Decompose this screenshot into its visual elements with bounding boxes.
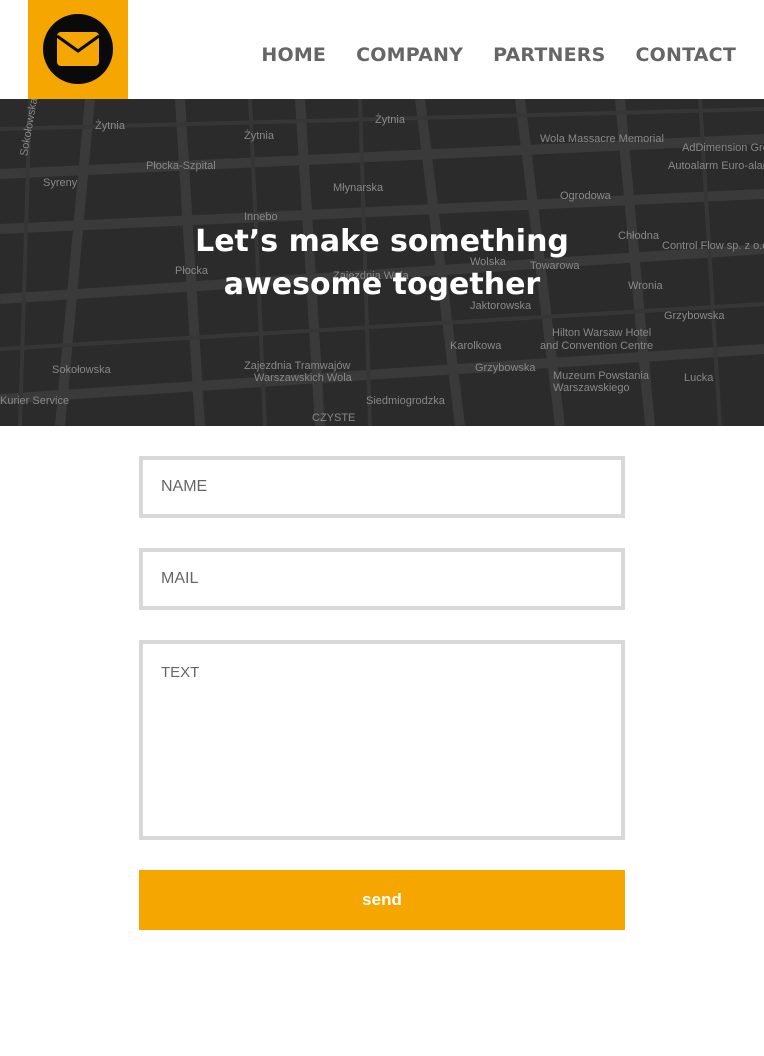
- map-label: Płocka-Szpital: [146, 160, 216, 172]
- map-label: Muzeum Powstania: [553, 370, 650, 382]
- map-label: Sokołowska: [52, 364, 112, 376]
- name-field[interactable]: [139, 456, 625, 518]
- nav-partners[interactable]: PARTNERS: [493, 44, 605, 66]
- map-label: Grzybowska: [664, 310, 725, 322]
- header: HOME COMPANY PARTNERS CONTACT: [0, 0, 764, 99]
- map-label: Warszawskiego: [553, 382, 630, 394]
- main-nav: HOME COMPANY PARTNERS CONTACT: [261, 44, 736, 66]
- map-label: Warszawskich Wola: [254, 372, 353, 384]
- envelope-icon: [56, 32, 100, 66]
- map-label: Ogrodowa: [560, 190, 612, 202]
- map-label: Grzybowska: [475, 362, 536, 374]
- map-label: Siedmiogrodzka: [366, 395, 446, 407]
- map-label: Karolkowa: [450, 340, 502, 352]
- map-label: Kurier Service: [0, 395, 69, 407]
- map-label: CZYSTE: [312, 412, 355, 424]
- map-label: Młynarska: [333, 182, 384, 194]
- map-label: Syreny: [43, 177, 78, 189]
- text-field[interactable]: [139, 640, 625, 840]
- map-label: Żytnia: [375, 113, 406, 126]
- hero-title-line1: Let’s make something: [195, 224, 569, 259]
- map-label: Żytnia: [244, 129, 275, 142]
- map-label: Zajezdnia Tramwajów: [244, 360, 350, 372]
- hero-title: Let’s make something awesome together: [0, 220, 764, 306]
- nav-home[interactable]: HOME: [261, 44, 326, 66]
- hero-map: Sokołowska Żytnia Płocka-Szpital Syreny …: [0, 99, 764, 426]
- logo-circle: [43, 14, 113, 84]
- map-label: and Convention Centre: [540, 340, 653, 352]
- map-label: Lucka: [684, 372, 714, 384]
- send-button[interactable]: send: [139, 870, 625, 930]
- mail-field[interactable]: [139, 548, 625, 610]
- map-label: Wola Massacre Memorial: [540, 133, 664, 145]
- nav-contact[interactable]: CONTACT: [636, 44, 737, 66]
- logo[interactable]: [28, 0, 128, 99]
- map-label: Hilton Warsaw Hotel: [552, 327, 651, 339]
- map-label: Autoalarm Euro-alarm: [668, 160, 764, 172]
- map-label: Żytnia: [95, 119, 126, 132]
- nav-company[interactable]: COMPANY: [356, 44, 463, 66]
- hero-title-line2: awesome together: [223, 267, 541, 302]
- map-label: AdDimension Group: [682, 142, 764, 154]
